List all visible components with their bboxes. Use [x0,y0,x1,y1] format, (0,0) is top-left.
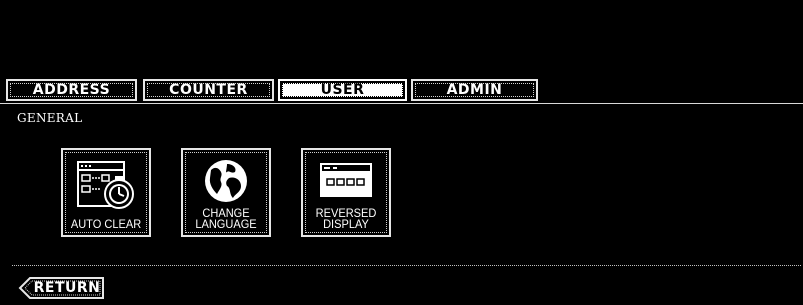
footer-divider [12,265,801,266]
tab-address-label: ADDRESS [10,82,133,98]
auto-clear-button[interactable]: AUTO CLEAR [61,148,151,237]
tab-counter[interactable]: COUNTER [143,79,274,101]
auto-clear-label: AUTO CLEAR [70,217,142,231]
tab-user[interactable]: USER [278,79,407,101]
tab-admin[interactable]: ADMIN [411,79,538,101]
tab-admin-label: ADMIN [415,82,534,98]
reversed-display-label: REVERSED DISPLAY [315,206,377,231]
display-panel-icon [320,163,372,197]
change-language-label: CHANGE LANGUAGE [195,206,257,231]
return-button[interactable]: RETURN [18,277,105,299]
tab-bar: ADDRESS COUNTER USER ADMIN [0,77,803,105]
return-label: RETURN [33,280,101,296]
globe-icon [205,160,247,202]
section-title: GENERAL [17,111,83,125]
tab-divider-line [0,103,803,104]
tab-counter-label: COUNTER [147,82,270,98]
tab-address[interactable]: ADDRESS [6,79,137,101]
auto-clear-timer-icon [77,161,134,209]
tab-user-label: USER [282,82,403,98]
reversed-display-button[interactable]: REVERSED DISPLAY [301,148,391,237]
change-language-button[interactable]: CHANGE LANGUAGE [181,148,271,237]
